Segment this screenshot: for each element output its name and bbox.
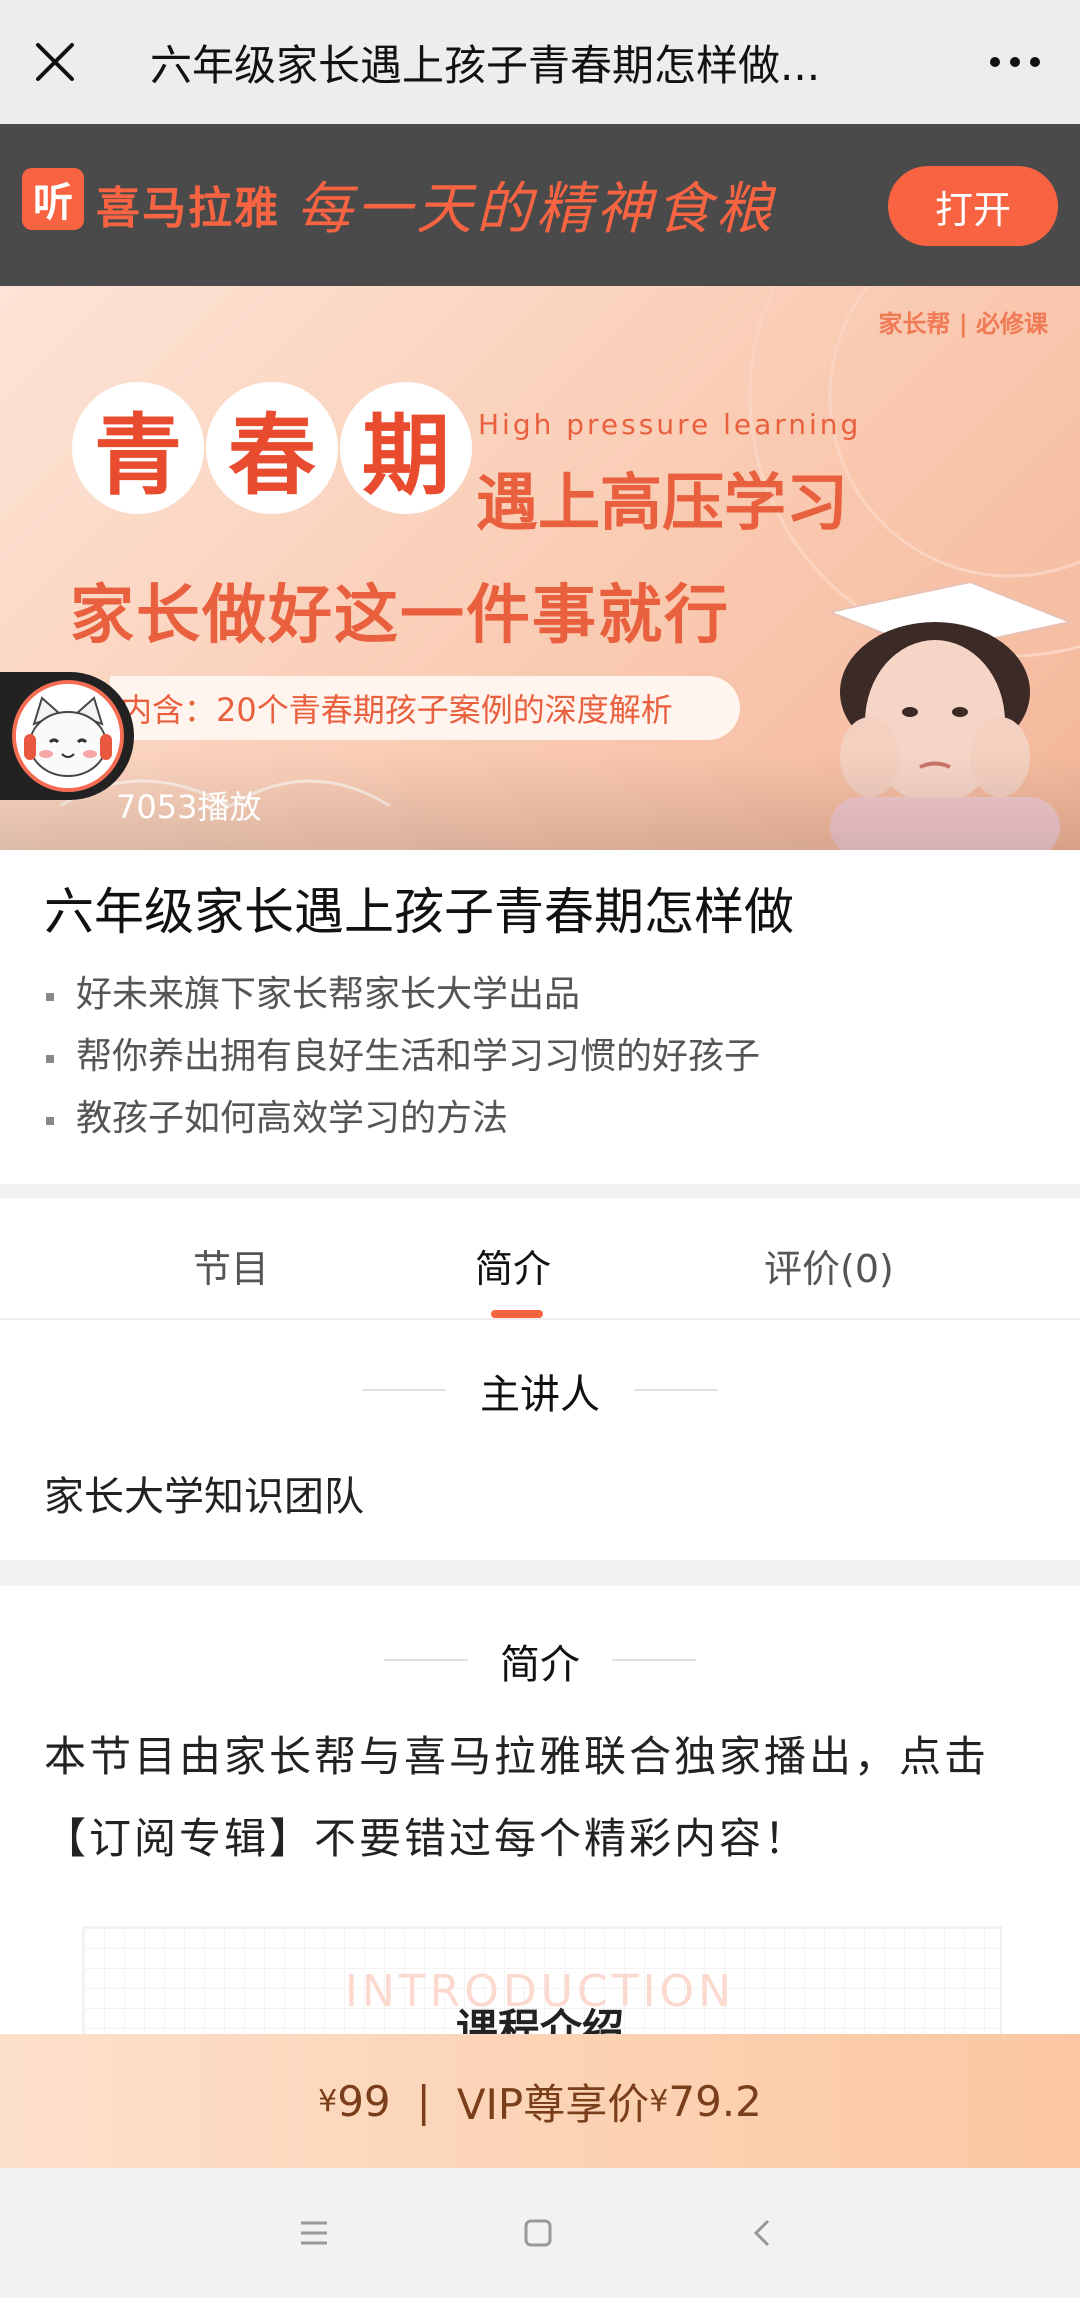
page-title: 六年级家长遇上孩子青春期怎样做...	[150, 40, 821, 90]
lecturer-name: 家长大学知识团队	[44, 1474, 364, 1520]
album-feature-list: 好未来旗下家长帮家长大学出品 帮你养出拥有良好生活和学习习惯的好孩子 教孩子如何…	[44, 964, 1036, 1150]
banner-english-text: High pressure learning	[478, 408, 862, 441]
active-tab-indicator	[491, 1310, 543, 1318]
ximalaya-logo-icon: 听	[22, 168, 84, 230]
album-cover-banner[interactable]: 家长帮 | 必修课 青 春 期 High pressure learning 遇…	[0, 286, 1080, 850]
cat-avatar-icon[interactable]	[12, 680, 124, 792]
back-icon[interactable]	[732, 2208, 792, 2258]
home-icon[interactable]	[508, 2208, 568, 2258]
open-app-button[interactable]: 打开	[888, 166, 1058, 246]
tab-intro[interactable]: 简介	[475, 1238, 551, 1293]
tab-programs[interactable]: 节目	[193, 1238, 269, 1293]
jiazhangbang-logo: 家长帮 | 必修课	[878, 310, 1048, 338]
tab-reviews[interactable]: 评价(0)	[764, 1238, 894, 1293]
app-promo-bar: 听 喜马拉雅 每一天的精神食粮 打开	[0, 124, 1080, 286]
close-icon[interactable]	[0, 0, 110, 124]
divider-line	[634, 1389, 718, 1391]
vip-price: 79.2	[668, 2076, 762, 2126]
menu-icon[interactable]	[284, 2208, 344, 2258]
title-char-3: 期	[340, 382, 472, 514]
intro-card-heading: 课程介绍	[455, 2005, 624, 2036]
intro-heading: 简介	[500, 1642, 580, 1688]
content-tabs: 节目 简介 评价(0)	[0, 1198, 1080, 1320]
title-char-1: 青	[72, 382, 204, 514]
price: 99	[337, 2076, 391, 2126]
album-title: 六年级家长遇上孩子青春期怎样做	[44, 883, 794, 941]
title-char-2: 春	[206, 382, 338, 514]
brand-name: 喜马拉雅	[96, 183, 280, 234]
price-separator: |	[416, 2076, 431, 2126]
more-options-icon[interactable]	[950, 0, 1080, 124]
brand-slogan: 每一天的精神食粮	[296, 177, 776, 242]
banner-headline: 家长做好这一件事就行	[70, 579, 730, 653]
intro-description: 本节目由家长帮与喜马拉雅联合独家播出，点击【订阅专辑】不要错过每个精彩内容！	[44, 1732, 990, 1863]
vip-price-label: VIP尊享价	[456, 2079, 650, 2129]
intro-section: 简介 本节目由家长帮与喜马拉雅联合独家播出，点击【订阅专辑】不要错过每个精彩内容…	[0, 1586, 1080, 2036]
lecturer-heading: 主讲人	[480, 1372, 600, 1418]
currency-symbol: ¥	[318, 2083, 338, 2119]
banner-contains-label: 内含：20个青春期孩子案例的深度解析	[110, 676, 740, 740]
play-count: 7053播放	[116, 788, 262, 826]
feature-bullet: 教孩子如何高效学习的方法	[44, 1088, 1036, 1150]
system-navigation-bar	[0, 2168, 1080, 2298]
feature-bullet: 好未来旗下家长帮家长大学出品	[44, 964, 1036, 1026]
currency-symbol: ¥	[649, 2083, 669, 2119]
album-info-card: 六年级家长遇上孩子青春期怎样做 好未来旗下家长帮家长大学出品 帮你养出拥有良好生…	[0, 850, 1080, 1184]
divider-line	[612, 1659, 696, 1661]
lecturer-section: 主讲人 家长大学知识团队	[0, 1320, 1080, 1560]
banner-subtitle: 遇上高压学习	[476, 466, 849, 539]
audio-player-float[interactable]	[0, 672, 134, 800]
feature-bullet: 帮你养出拥有良好生活和学习习惯的好孩子	[44, 1026, 1036, 1088]
purchase-button[interactable]: ¥ 99 | VIP尊享价 ¥ 79.2	[0, 2034, 1080, 2168]
top-nav-bar: 六年级家长遇上孩子青春期怎样做...	[0, 0, 1080, 124]
